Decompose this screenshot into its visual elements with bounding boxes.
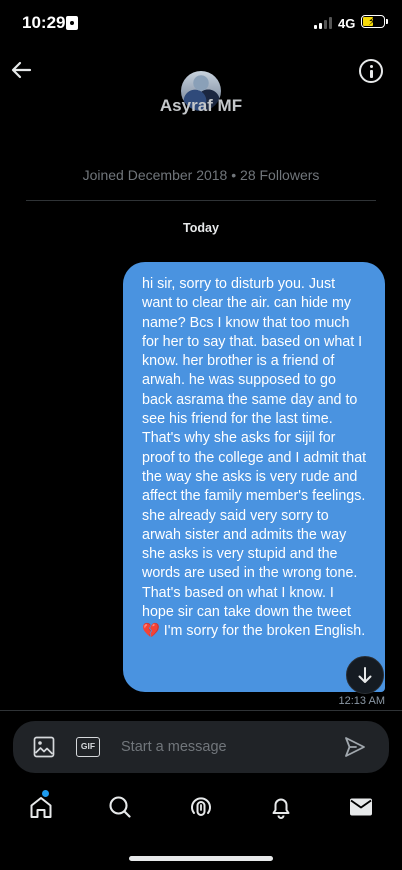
nav-spaces[interactable]: [188, 794, 214, 820]
charging-bolt-icon: ⚡: [368, 16, 376, 28]
divider: [26, 200, 376, 201]
orientation-lock-icon: [66, 16, 78, 30]
notification-dot: [42, 790, 49, 797]
nav-notifications[interactable]: [268, 794, 294, 820]
nav-home[interactable]: [28, 790, 54, 820]
arrow-down-icon: [358, 667, 372, 683]
arrow-left-icon: [11, 61, 32, 79]
message-timestamp: 12:13 AM: [338, 695, 385, 707]
send-button[interactable]: [344, 736, 366, 758]
add-photo-button[interactable]: [33, 736, 55, 758]
message-text: hi sir, sorry to disturb you. Just want …: [142, 276, 367, 621]
back-button[interactable]: [10, 58, 34, 82]
battery-cap: [386, 19, 388, 24]
dm-conversation-screen: 10:29 4G ⚡ Asyraf MF Joined December 201…: [0, 0, 402, 870]
meta-separator: •: [231, 167, 237, 183]
message-input[interactable]: [121, 732, 331, 762]
conversation-info-button[interactable]: [359, 59, 383, 83]
profile-name[interactable]: Asyraf MF: [0, 96, 402, 116]
spaces-icon: [191, 797, 211, 816]
message-text-end: I'm sorry for the broken English.: [163, 623, 366, 640]
message-composer: GIF: [13, 721, 389, 773]
scroll-to-bottom-button[interactable]: [346, 656, 384, 694]
home-icon: [30, 797, 52, 818]
broken-heart-emoji: 💔: [142, 623, 160, 640]
image-icon: [33, 736, 55, 758]
status-time: 10:29: [22, 13, 66, 32]
bottom-navigation: [0, 782, 402, 832]
joined-date: Joined December 2018: [82, 167, 228, 183]
search-icon: [109, 796, 131, 818]
info-circle-icon: [370, 65, 373, 68]
profile-meta: Joined December 2018 • 28 Followers: [0, 167, 402, 183]
send-icon: [345, 737, 365, 757]
signal-icon: [314, 17, 334, 29]
network-type: 4G: [338, 16, 356, 31]
home-indicator[interactable]: [129, 856, 273, 861]
status-bar: 10:29 4G ⚡: [0, 0, 402, 46]
nav-search[interactable]: [107, 794, 133, 820]
info-icon-bar: [370, 70, 373, 78]
followers-count[interactable]: 28 Followers: [240, 167, 319, 183]
nav-messages[interactable]: [348, 794, 374, 820]
outgoing-message-bubble[interactable]: hi sir, sorry to disturb you. Just want …: [123, 262, 385, 692]
notifications-icon: [272, 798, 290, 819]
gif-button[interactable]: GIF: [76, 737, 100, 757]
messages-icon: [350, 798, 372, 816]
day-label: Today: [183, 221, 219, 235]
